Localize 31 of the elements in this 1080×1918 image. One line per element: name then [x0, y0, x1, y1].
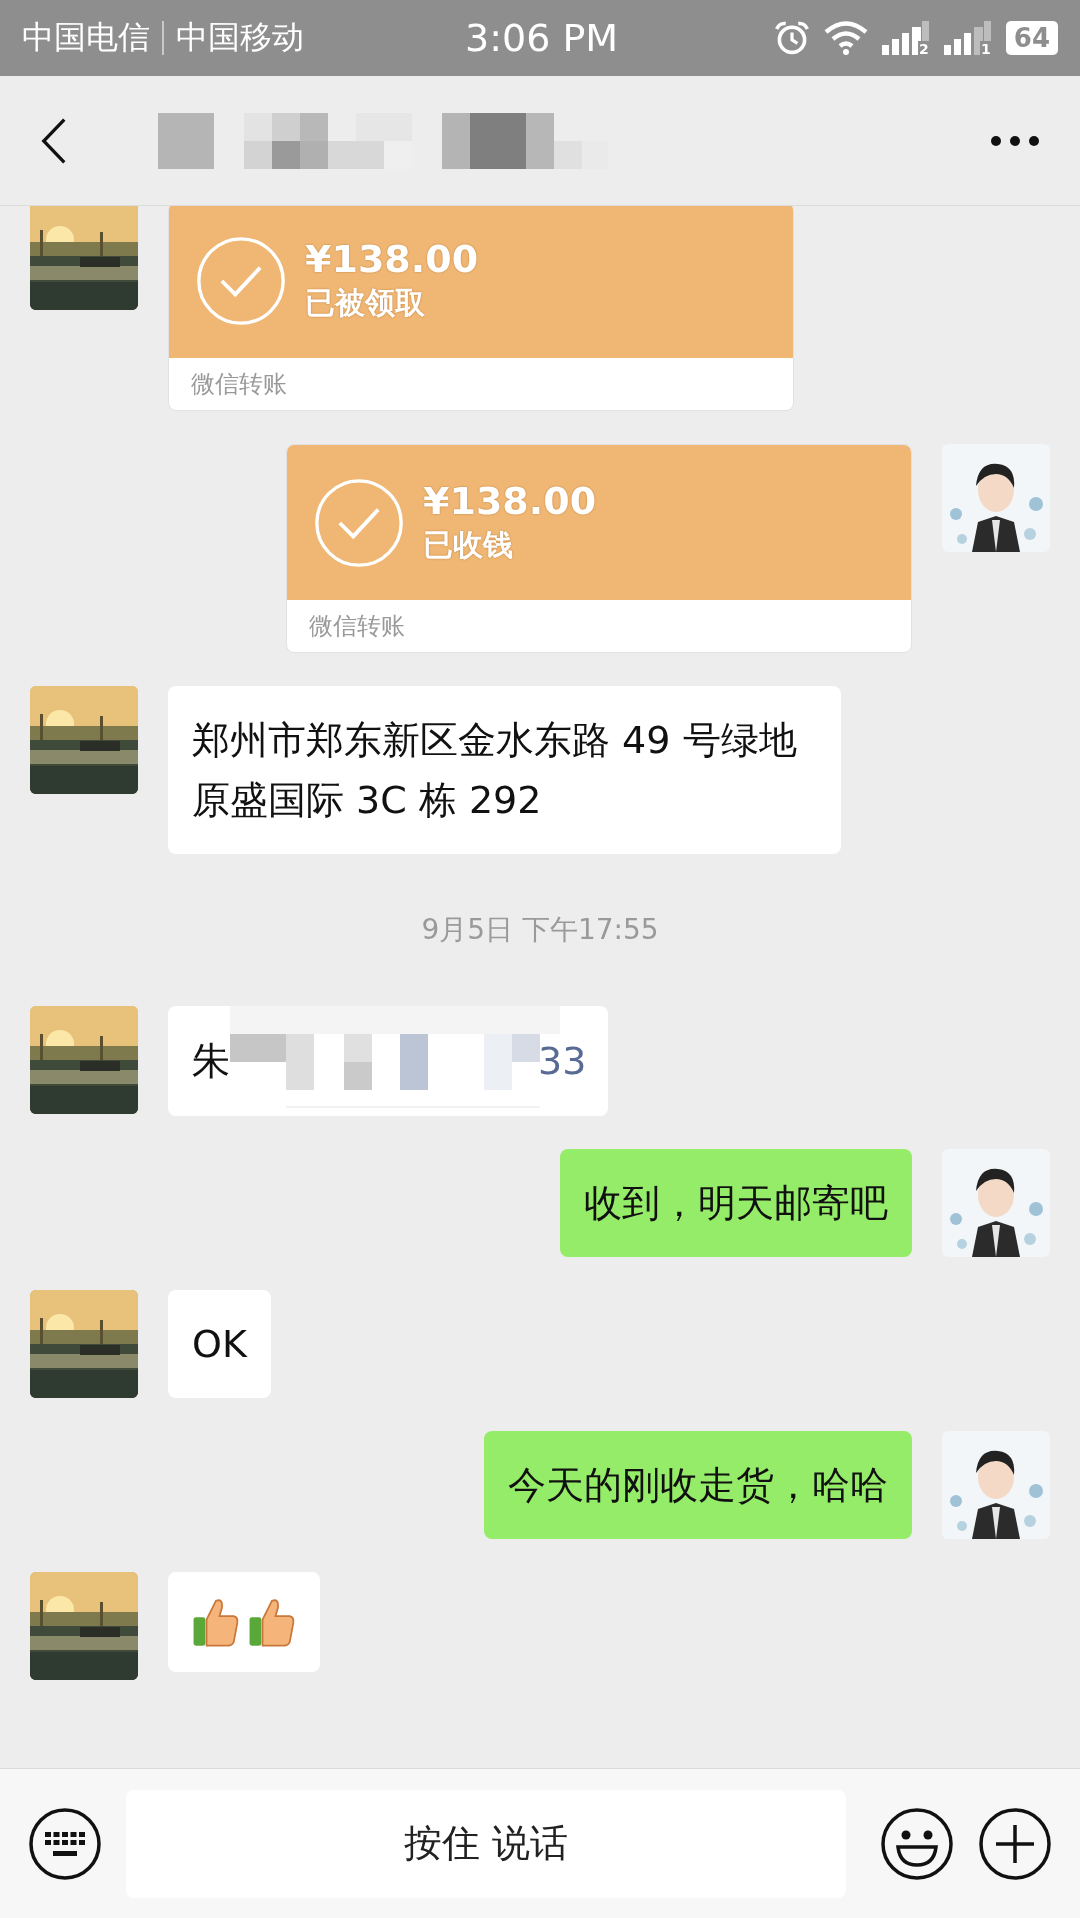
battery-icon: 64	[1005, 21, 1058, 55]
transfer-status: 已收钱	[423, 526, 514, 564]
wifi-icon	[823, 21, 868, 55]
timestamp: 9月5日 下午17:55	[421, 912, 659, 948]
check-circle-icon	[313, 476, 405, 569]
message-bubble: 郑州市郑东新区金水东路 49 号绿地原盛国际 3C 栋 292	[168, 686, 841, 854]
transfer-amount: ¥138.00	[423, 479, 597, 523]
transfer-card[interactable]: ¥138.00 已收钱 微信转账	[286, 444, 912, 653]
thumbs-up-icon	[248, 1596, 296, 1648]
hold-to-talk-button[interactable]: 按住 说话	[126, 1789, 846, 1898]
check-circle-icon	[195, 234, 287, 327]
transfer-card[interactable]: ¥138.00 已被领取 微信转账	[168, 206, 794, 411]
smiley-icon[interactable]	[880, 1806, 954, 1881]
transfer-amount: ¥138.00	[305, 237, 479, 281]
carrier-name: 中国电信	[22, 17, 150, 58]
message-bubble: 收到，明天邮寄吧	[560, 1149, 912, 1257]
add-icon[interactable]	[978, 1806, 1052, 1881]
keyboard-icon[interactable]	[28, 1806, 102, 1881]
status-time: 3:06 PM	[465, 16, 619, 60]
message-text: 朱	[192, 1037, 230, 1085]
transfer-status: 已被领取	[305, 284, 426, 322]
message-text: 33	[538, 1039, 588, 1083]
alarm-clock-icon	[773, 20, 810, 56]
message-bubble: OK	[168, 1290, 271, 1398]
transfer-label: 微信转账	[191, 369, 287, 400]
message-bubble: 今天的刚收走货，哈哈	[484, 1431, 912, 1539]
transfer-label: 微信转账	[309, 611, 405, 642]
carrier-name: 中国移动	[176, 17, 304, 58]
more-icon[interactable]	[990, 134, 1040, 147]
thumbs-up-icon	[192, 1596, 240, 1648]
back-icon[interactable]	[40, 116, 68, 165]
